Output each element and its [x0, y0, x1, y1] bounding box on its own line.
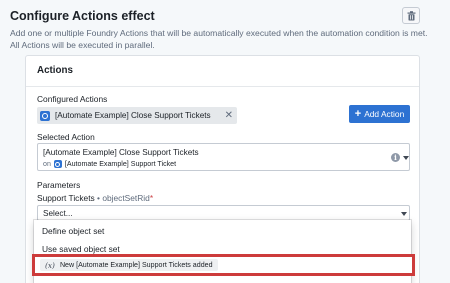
on-text: on — [43, 160, 51, 168]
object-type-name: [Automate Example] Support Ticket — [64, 160, 177, 168]
selected-action-select[interactable]: [Automate Example] Close Support Tickets… — [37, 143, 410, 171]
object-set-select-value: Select... — [43, 208, 73, 218]
variable-label: New [Automate Example] Support Tickets a… — [59, 261, 213, 269]
actions-card-title: Actions — [37, 65, 73, 76]
variable-pill: (x) New [Automate Example] Support Ticke… — [40, 259, 218, 271]
caret-down-icon — [403, 156, 409, 160]
parameter-name: Support Tickets — [37, 193, 95, 203]
variable-menu-item[interactable]: (x) New [Automate Example] Support Ticke… — [32, 254, 415, 276]
card-divider — [26, 86, 419, 87]
configured-action-tag[interactable]: [Automate Example] Close Support Tickets… — [37, 107, 237, 124]
configured-actions-label: Configured Actions — [37, 94, 108, 104]
close-icon[interactable]: ✕ — [225, 110, 233, 121]
object-type-icon — [53, 160, 62, 168]
selected-action-name: [Automate Example] Close Support Tickets — [43, 148, 199, 157]
parameter-id: objectSetRid — [102, 193, 150, 203]
add-action-label: Add Action — [364, 109, 405, 119]
add-action-button[interactable]: + Add Action — [349, 105, 410, 123]
object-type-icon — [40, 110, 50, 121]
caret-down-icon — [401, 212, 407, 216]
variable-icon: (x) — [45, 260, 55, 270]
parameter-label: Support Tickets • objectSetRid* — [37, 193, 153, 203]
page-title: Configure Actions effect — [10, 9, 155, 23]
page-description: Add one or multiple Foundry Actions that… — [10, 28, 428, 50]
plus-icon: + — [354, 108, 362, 120]
configured-action-tag-label: [Automate Example] Close Support Tickets — [55, 111, 211, 120]
menu-item-define-object-set[interactable]: Define object set — [42, 226, 104, 236]
trash-icon — [407, 10, 415, 20]
menu-item-use-saved-object-set[interactable]: Use saved object set — [42, 244, 120, 254]
parameters-label: Parameters — [37, 180, 81, 190]
info-icon[interactable]: i — [391, 153, 400, 162]
object-set-select[interactable]: Select... — [37, 205, 410, 221]
selected-action-object: on [Automate Example] Support Ticket — [43, 160, 176, 168]
selected-action-label: Selected Action — [37, 132, 95, 142]
required-mark: * — [149, 193, 154, 203]
delete-effect-button[interactable] — [402, 7, 420, 24]
